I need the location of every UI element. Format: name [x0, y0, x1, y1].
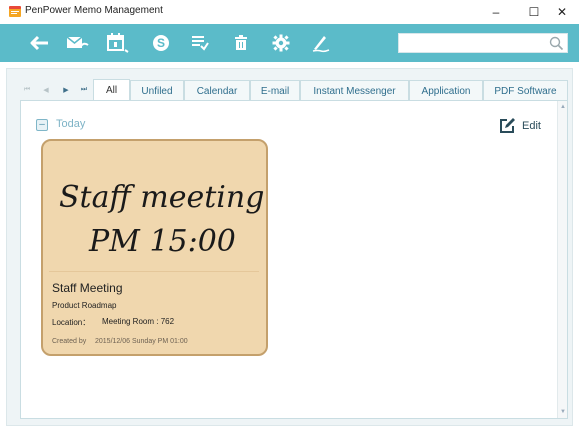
- skype-icon[interactable]: S: [149, 31, 173, 55]
- mail-icon[interactable]: [66, 31, 90, 55]
- memo-management-window: PenPower Memo Management – ☐ ✕ S ⏮ ◀ ▶ ⏭…: [0, 0, 579, 432]
- handwriting-line-2: PM 15:00: [88, 224, 236, 259]
- collapse-today-button[interactable]: –: [36, 119, 48, 131]
- search-box[interactable]: [398, 33, 568, 53]
- group-label-today: Today: [56, 118, 86, 130]
- handwritten-memo-image: Staff meeting PM 15:00: [59, 180, 264, 259]
- edit-button[interactable]: Edit: [498, 116, 546, 136]
- back-arrow-icon[interactable]: [28, 31, 52, 55]
- tab-calendar[interactable]: Calendar: [184, 80, 250, 101]
- search-input[interactable]: [403, 36, 543, 50]
- next-page-icon[interactable]: ▶: [61, 86, 71, 94]
- memo-title: Staff Meeting: [52, 281, 123, 295]
- memo-created-label: Created by: [52, 338, 87, 345]
- previous-page-icon[interactable]: ◀: [41, 86, 51, 94]
- edit-label: Edit: [522, 120, 541, 132]
- tab-all[interactable]: All: [93, 79, 130, 101]
- tab-application[interactable]: Application: [409, 80, 483, 101]
- title-bar: PenPower Memo Management – ☐ ✕: [0, 0, 579, 24]
- svg-text:S: S: [157, 36, 165, 50]
- memo-divider: [49, 271, 259, 272]
- window-title: PenPower Memo Management: [25, 5, 163, 16]
- scroll-up-icon[interactable]: ▲: [559, 103, 567, 111]
- gear-icon[interactable]: [269, 31, 293, 55]
- tab-unfiled[interactable]: Unfiled: [130, 80, 184, 101]
- pen-icon[interactable]: [309, 31, 333, 55]
- memo-created-value: 2015/12/06 Sunday PM 01:00: [95, 338, 188, 345]
- memo-card[interactable]: Staff meeting PM 15:00 Staff Meeting Pro…: [41, 139, 268, 356]
- memo-location-value: Meeting Room : 762: [102, 317, 175, 326]
- memo-subtitle: Product Roadmap: [52, 301, 117, 310]
- minimize-button[interactable]: –: [478, 0, 514, 24]
- last-page-icon[interactable]: ⏭: [79, 86, 89, 94]
- scroll-down-icon[interactable]: ▼: [559, 408, 567, 416]
- checklist-icon[interactable]: [188, 31, 212, 55]
- toolbar: S: [0, 24, 579, 62]
- trash-icon[interactable]: [229, 31, 253, 55]
- tab-pdf-software[interactable]: PDF Software: [483, 80, 568, 101]
- calendar-icon[interactable]: [106, 31, 130, 55]
- handwriting-line-1: Staff meeting: [59, 180, 264, 215]
- memo-location-label: Location：: [52, 318, 91, 327]
- vertical-scrollbar[interactable]: ▲ ▼: [557, 101, 567, 418]
- tab-instant-messenger[interactable]: Instant Messenger: [300, 80, 409, 101]
- close-button[interactable]: ✕: [544, 0, 579, 24]
- edit-icon: [500, 118, 515, 133]
- search-icon[interactable]: [549, 36, 564, 51]
- first-page-icon[interactable]: ⏮: [22, 86, 32, 94]
- app-logo-icon: [9, 6, 21, 17]
- tab-email[interactable]: E-mail: [250, 80, 300, 101]
